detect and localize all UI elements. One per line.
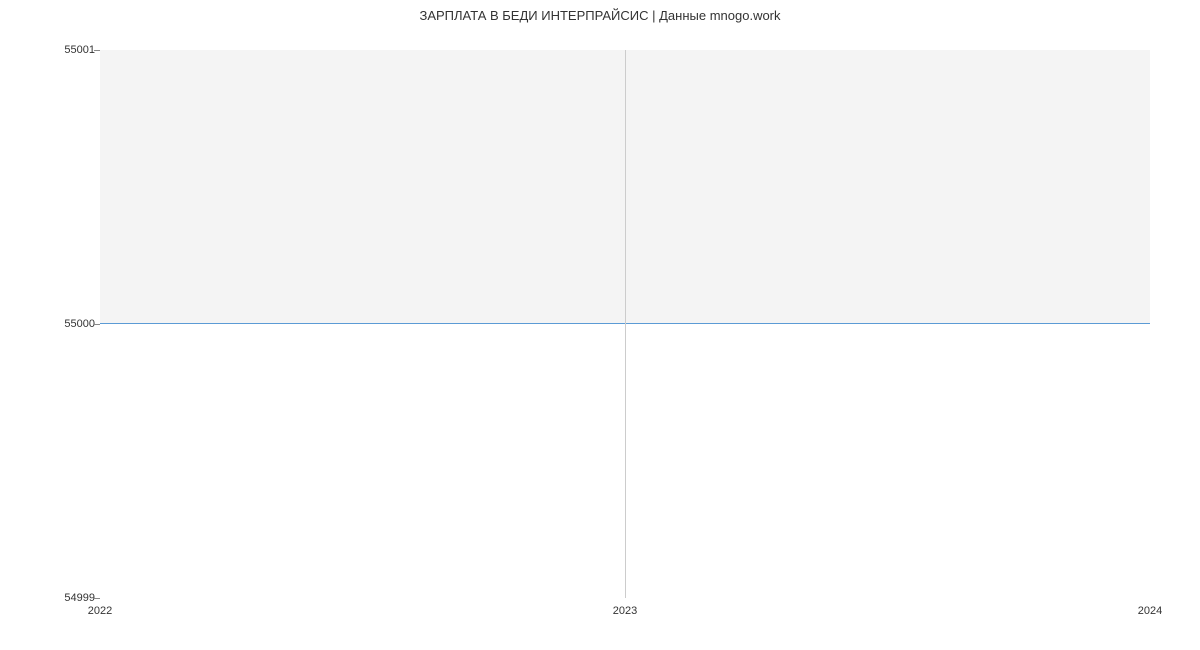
y-tick-mark bbox=[94, 324, 100, 325]
x-tick-label: 2024 bbox=[1138, 605, 1162, 617]
y-tick-mark bbox=[94, 598, 100, 599]
y-tick-label: 54999 bbox=[64, 592, 95, 604]
y-tick-mark bbox=[94, 50, 100, 51]
y-tick-label: 55000 bbox=[64, 318, 95, 330]
x-tick-label: 2023 bbox=[613, 605, 637, 617]
grid-line bbox=[625, 50, 626, 598]
x-tick-label: 2022 bbox=[88, 605, 112, 617]
y-tick-label: 55001 bbox=[64, 44, 95, 56]
chart-title: ЗАРПЛАТА В БЕДИ ИНТЕРПРАЙСИС | Данные mn… bbox=[0, 0, 1200, 23]
